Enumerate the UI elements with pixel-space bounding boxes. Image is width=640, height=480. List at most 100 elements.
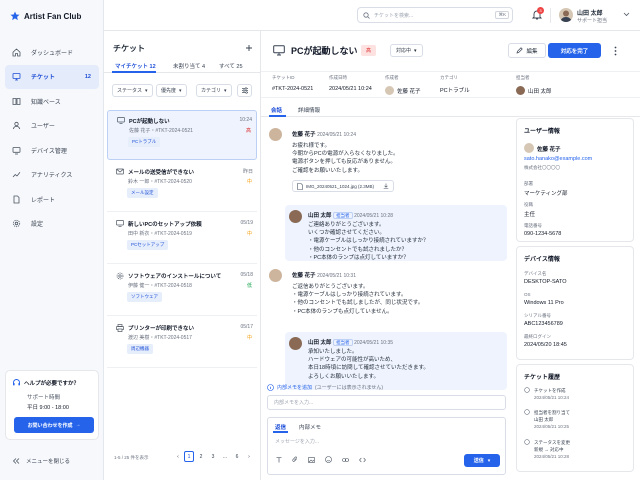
collapse-menu-button[interactable]: メニューを閉じる [12,457,70,465]
page-3[interactable]: 3 [208,451,218,462]
report-icon [12,195,24,204]
ticket-list-item[interactable]: プリンターが印刷できない 05/17 渡辺 美樹・#TKT-2024-0517 … [107,318,257,368]
nav-item-tickets[interactable]: チケット 12 [5,64,99,89]
ticket-title: PCが起動しない [129,119,170,125]
status-dropdown[interactable]: 対応中 ▾ [390,44,423,57]
nav-item-reports[interactable]: レポート [5,187,99,212]
ticket-history-card: チケット履歴 チケットを作成 2024/05/21 10:24 担当者を割り当て山… [516,364,634,472]
nav-item-users[interactable]: ユーザー [5,114,99,139]
nav-item-devices[interactable]: デバイス管理 [5,138,99,163]
divider [550,8,551,23]
filter-settings-button[interactable] [237,84,252,97]
tab-details[interactable]: 詳細情報 [298,106,320,114]
create-inquiry-button[interactable]: お問い合わせを作成 → [14,417,94,433]
message-body: 承知いたしました。 ハードウェアの可能性が高いため、 本日18時頃に訪問して確認… [308,349,429,380]
text-format-icon[interactable] [276,456,282,463]
nav-label: ダッシュボード [31,50,74,57]
headset-icon [12,378,21,387]
attachment[interactable]: IMG_20240521_1024.jpg (2.3MB) [292,180,395,192]
edit-button[interactable]: 編集 [508,43,546,58]
nav-label: デバイス管理 [31,148,67,155]
ticket-meta: チケットID #TKT-2024-0521 作成日時 2024/05/21 10… [261,71,640,98]
tab-reply[interactable]: 返信 [275,423,286,431]
detail-tabs: 会話 詳細情報 [261,102,640,117]
search-input[interactable]: チケットを検索... ⌘K [357,7,513,23]
next-page-button[interactable]: › [244,451,254,462]
ticket-date: 05/18 [240,272,253,278]
user-name[interactable]: 山田 太郎 [577,8,603,17]
nav-item-knowledge[interactable]: 知識ベース [5,89,99,114]
link-icon[interactable] [342,457,349,463]
device-name: DESKTOP-SATO [524,279,567,285]
device-last-login: 2024/05/20 18:45 [524,342,567,348]
priority-label: 高 [245,128,251,134]
message-body: お疲れ様です。 今朝からPCの電源が入らなくなりました。 電源ボタンを押しても反… [292,143,399,174]
add-internal-note-link[interactable]: 内部メモを追加 (ユーザーには表示されません) [267,384,383,391]
filter-category[interactable]: カテゴリ ▾ [196,84,232,97]
assignee-tag: 担当者 [333,212,353,219]
page-1[interactable]: 1 [184,451,194,462]
user-info-card: ユーザー情報 佐藤 花子 sato.hanako@example.com 株式会… [516,118,634,242]
ticket-date: 05/19 [240,220,253,226]
reply-input[interactable]: メッセージを入力... [275,438,319,445]
filter-status[interactable]: ステータス ▾ [112,84,153,97]
code-icon[interactable] [359,457,366,463]
page-6[interactable]: 6 [232,451,242,462]
monitor-icon [273,45,285,56]
send-button[interactable]: 送信 ▾ [464,454,500,467]
tab-unassigned[interactable]: 未割り当て 4 [173,62,205,70]
internal-note-input[interactable]: 内部メモを入力... [267,395,506,410]
nav-item-settings[interactable]: 設定 [5,212,99,237]
ticket-list-item[interactable]: 新しいPCのセットアップ依頼 05/19 田中 新衣・#TKT-2024-051… [107,214,257,264]
tab-my-tickets[interactable]: マイチケット 12 [115,62,156,70]
info-icon [267,384,274,391]
arrow-right-icon: → [75,422,81,428]
new-ticket-button[interactable] [245,44,253,52]
avatar[interactable] [559,8,573,22]
active-tab-indicator [112,71,156,73]
page-2[interactable]: 2 [196,451,206,462]
meta-creator: 作成者 佐藤 花子 [385,75,421,95]
priority-label: 中 [246,179,252,185]
priority-label: 中 [246,335,252,341]
avatar [269,269,282,282]
circle-icon [524,409,530,430]
nav-item-analytics[interactable]: アナリティクス [5,163,99,188]
emoji-icon[interactable] [325,456,332,463]
book-icon [12,97,24,106]
ticket-date: 05/17 [240,324,253,330]
ticket-list-item[interactable]: メールの送受信ができない 昨日 鈴木 一郎・#TKT-2024-0520 中 メ… [107,162,257,212]
ticket-list-item[interactable]: ソフトウェアのインストールについて 05/18 伊藤 健一・#TKT-2024-… [107,266,257,316]
pagination: 1-5 / 25 件を表示 ‹ 1 2 3 ... 6 › [104,443,261,473]
user-position: 主任 [524,212,536,218]
image-icon[interactable] [308,456,315,463]
chevron-down-icon: ▾ [179,87,182,94]
monitor-icon [12,146,24,155]
message-author: 山田 太郎 担当者 2024/05/21 10:35 [308,339,394,346]
history-event: 担当者を割り当て 山田 太郎 2024/05/21 10:25 [524,409,570,430]
card-title: チケット履歴 [524,375,561,381]
tab-all[interactable]: すべて 25 [219,62,243,70]
ticket-list-item[interactable]: PCが起動しない 10:24 佐藤 花子・#TKT-2024-0521 高 PC… [107,110,257,160]
user-name: 佐藤 花子 [537,147,561,153]
tab-internal-note[interactable]: 内部メモ [299,423,321,431]
message-author: 佐藤 花子 2024/05/21 10:31 [292,273,356,279]
chevron-down-icon[interactable] [623,12,630,17]
attach-icon[interactable] [292,456,298,463]
prev-page-button[interactable]: ‹ [173,451,183,462]
tab-conversation[interactable]: 会話 [271,106,282,114]
user-email[interactable]: sato.hanako@example.com [524,156,592,162]
search-icon [363,11,370,19]
meta-category: カテゴリ PCトラブル [440,75,470,94]
more-options-icon[interactable] [614,46,617,56]
complete-button[interactable]: 対応を完了 [548,43,601,58]
ticket-meta: 伊藤 健一・#TKT-2024-0518 [128,283,192,289]
history-event: チケットを作成 2024/05/21 10:24 [524,387,569,401]
nav-item-dashboard[interactable]: ダッシュボード [5,40,99,65]
category-tag: ソフトウェア [127,292,162,302]
ticket-date: 昨日 [242,169,253,175]
category-tag: PCセットアップ [127,240,169,250]
brand[interactable]: Artist Fan Club [10,11,81,21]
download-icon[interactable] [383,183,389,189]
filter-priority[interactable]: 優先度 ▾ [156,84,187,97]
